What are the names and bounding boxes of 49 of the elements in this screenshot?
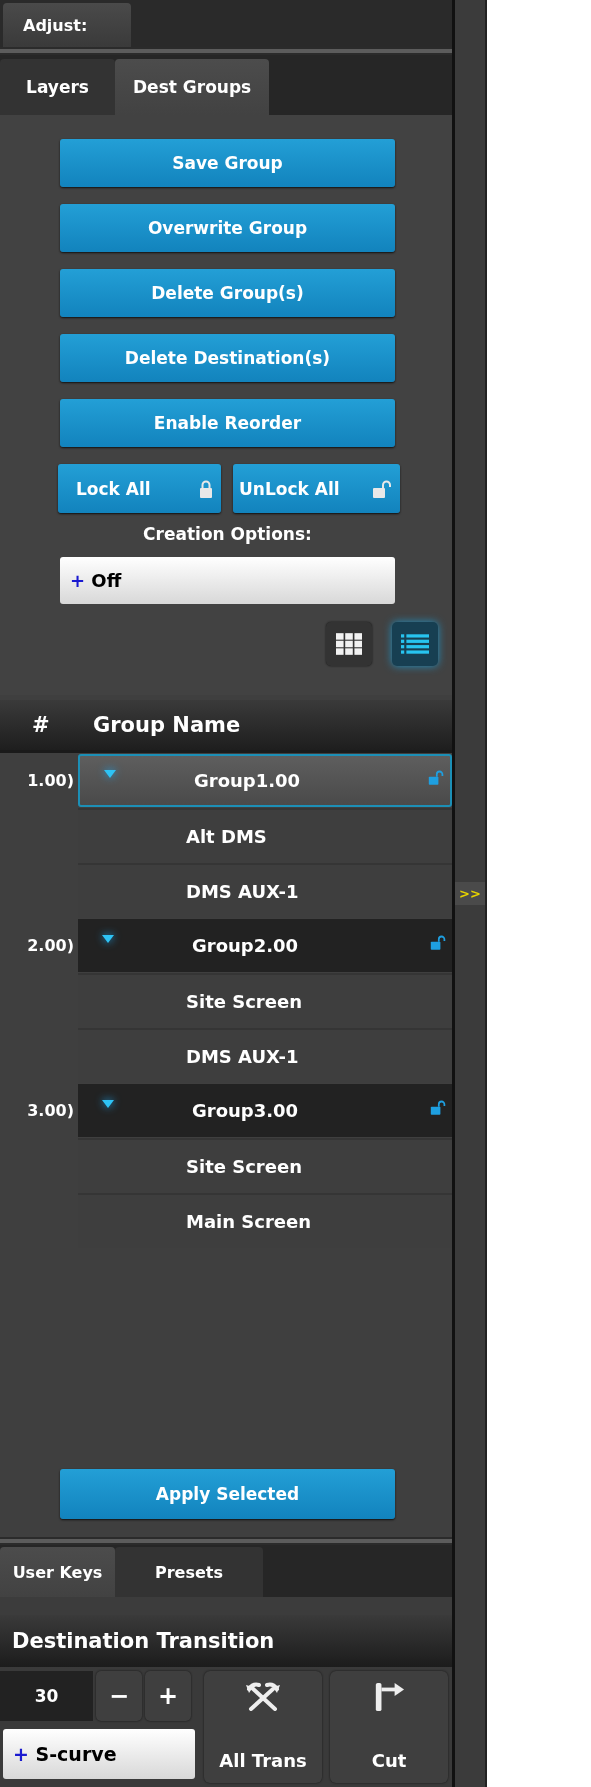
expand-icon[interactable] [101,933,115,944]
all-trans-button[interactable]: All Trans [204,1671,322,1783]
group-row[interactable]: Group1.00 [78,754,452,807]
splitter-handle[interactable] [0,47,452,55]
group-number: 1.00) [26,770,75,792]
creation-options-dropdown[interactable]: + Off [60,557,395,604]
cut-button[interactable]: Cut [330,1671,448,1783]
action-button[interactable]: Overwrite Group [60,204,395,252]
action-button[interactable]: Enable Reorder [60,399,395,447]
lock-icon [199,479,213,498]
curve-dropdown[interactable]: + S-curve [3,1729,195,1779]
lock-button[interactable]: UnLock All [233,464,400,513]
action-button[interactable]: Delete Group(s) [60,269,395,317]
list-view-button[interactable] [392,622,438,666]
column-header: # [31,713,51,737]
action-button[interactable]: Delete Destination(s) [60,334,395,382]
crossed-arrows-icon [243,1681,283,1711]
column-header: Group Name [93,713,241,737]
creation-options-label: Creation Options: [142,523,313,546]
group-number: 3.00) [26,1100,75,1122]
group-row[interactable]: Group3.00 [78,1084,452,1137]
apply-selected-button[interactable]: Apply Selected [60,1469,395,1519]
expand-icon[interactable] [103,768,117,779]
unlock-icon[interactable] [430,935,446,950]
splitter-handle[interactable] [0,1537,452,1545]
tab[interactable]: Layers [0,59,115,115]
decrement-button[interactable]: − [96,1671,142,1721]
unlock-icon [372,479,392,498]
group-name: Group1.00 [194,770,301,791]
unlock-icon[interactable] [428,770,444,785]
grid-icon [336,633,362,655]
expand-icon[interactable] [101,1098,115,1109]
action-button[interactable]: Save Group [60,139,395,187]
group-number: 2.00) [26,935,75,957]
duration-field[interactable]: 30 [0,1671,93,1721]
tab[interactable]: User Keys [0,1547,115,1597]
increment-button[interactable]: + [145,1671,191,1721]
list-icon [401,634,429,654]
section-header: Destination Transition [0,1615,452,1667]
group-row[interactable]: Group2.00 [78,919,452,972]
unlock-icon[interactable] [430,1100,446,1115]
panel-tab[interactable]: Adjust: [3,3,131,47]
grid-view-button[interactable] [326,622,372,666]
group-name: Group3.00 [192,1100,299,1121]
expand-panel-toggle[interactable]: >> [455,882,485,905]
lock-button[interactable]: Lock All [58,464,221,513]
tab[interactable]: Dest Groups [115,59,270,115]
group-name: Group2.00 [192,935,299,956]
tab[interactable]: Presets [115,1547,263,1597]
